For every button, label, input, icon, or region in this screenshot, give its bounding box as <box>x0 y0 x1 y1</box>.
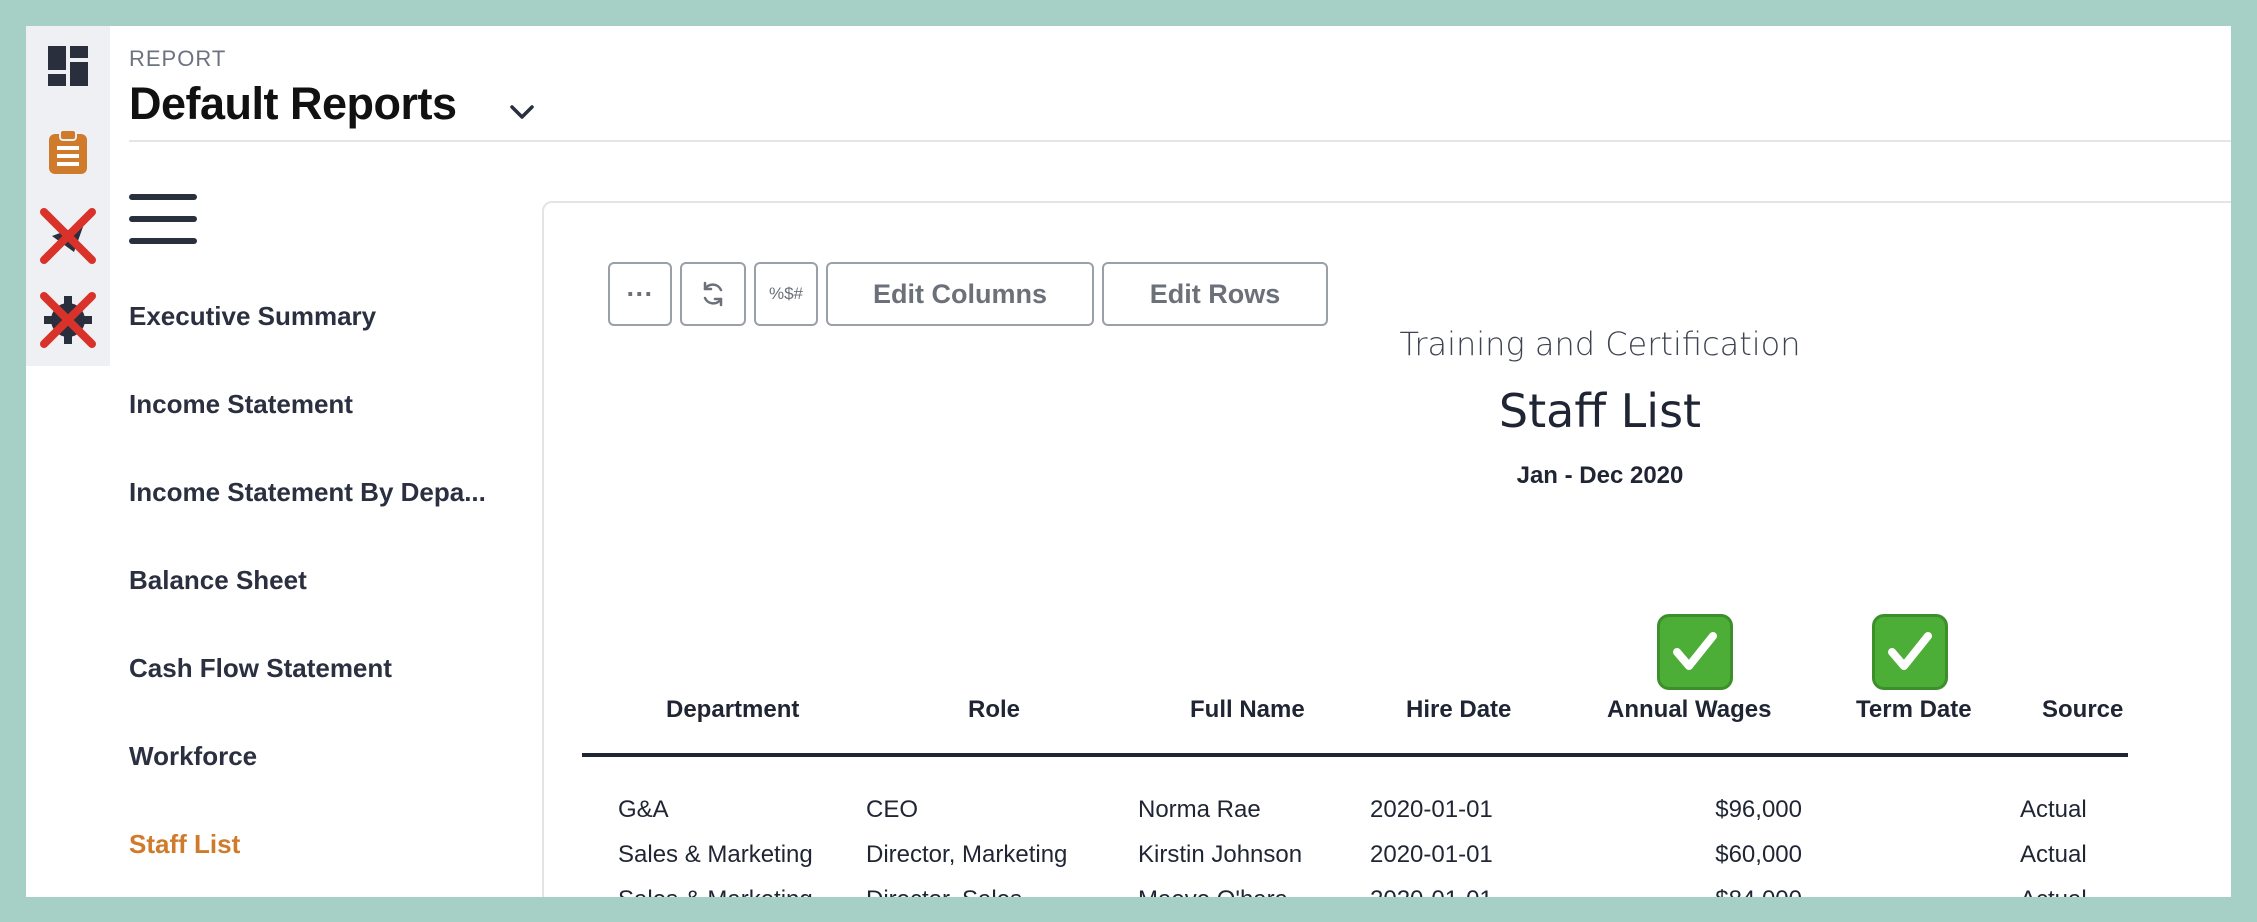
sidebar-item-cash-flow-statement[interactable]: Cash Flow Statement <box>129 648 392 688</box>
hamburger-menu-icon[interactable] <box>129 194 197 244</box>
dashboard-icon[interactable] <box>38 36 98 96</box>
edit-columns-button[interactable]: Edit Columns <box>826 262 1094 326</box>
disabled-icon[interactable] <box>38 206 98 266</box>
table-cell: CEO <box>866 796 919 823</box>
chevron-down-icon[interactable] <box>506 96 538 128</box>
sidebar-item-workforce[interactable]: Workforce <box>129 736 257 776</box>
sidebar-item-income-statement[interactable]: Income Statement <box>129 384 353 424</box>
sidebar-item-staff-list[interactable]: Staff List <box>129 824 240 864</box>
page-title[interactable]: Default Reports <box>129 78 457 130</box>
table-cell: Director, Sales <box>866 886 1022 897</box>
table-cell: Actual <box>2020 841 2087 868</box>
check-mark-icon <box>1872 614 1948 690</box>
table-cell: Actual <box>2020 886 2087 897</box>
table-cell: Sales & Marketing <box>618 841 813 868</box>
column-header-department[interactable]: Department <box>666 696 799 724</box>
sidebar-item-executive-summary[interactable]: Executive Summary <box>129 296 376 336</box>
table-cell: G&A <box>618 796 669 823</box>
table-cell: $60,000 <box>1715 841 1802 868</box>
check-mark-icon <box>1657 614 1733 690</box>
table-cell: Sales & Marketing <box>618 886 813 897</box>
table-cell: 2020-01-01 <box>1370 796 1493 823</box>
table-cell: 2020-01-01 <box>1370 886 1493 897</box>
table-cell: Maeve O'hara <box>1138 886 1288 897</box>
table-cell: Director, Marketing <box>866 841 1068 868</box>
sidebar-item-income-statement-by-department[interactable]: Income Statement By Depa... <box>129 472 486 512</box>
refresh-icon <box>703 281 723 307</box>
number-format-button[interactable]: %$# <box>754 262 818 326</box>
table-cell: Norma Rae <box>1138 796 1261 823</box>
clipboard-icon[interactable] <box>38 122 98 182</box>
disabled-gear-icon[interactable] <box>38 290 98 350</box>
column-header-term-date[interactable]: Term Date <box>1856 696 1972 724</box>
table-header-divider <box>582 753 2128 757</box>
sidebar-item-balance-sheet[interactable]: Balance Sheet <box>129 560 307 600</box>
table-cell: Actual <box>2020 796 2087 823</box>
table-row-clipped: Sales & Marketing Director, Sales Maeve … <box>582 880 2182 897</box>
report-name: Staff List <box>1498 384 1702 438</box>
refresh-button[interactable] <box>680 262 746 326</box>
report-period: Jan - Dec 2020 <box>1516 462 1684 489</box>
more-options-button[interactable]: ··· <box>608 262 672 326</box>
table-cell: 2020-01-01 <box>1370 841 1493 868</box>
column-header-annual-wages[interactable]: Annual Wages <box>1607 696 1771 724</box>
column-header-hire-date[interactable]: Hire Date <box>1406 696 1511 724</box>
report-kicker: REPORT <box>129 46 227 71</box>
column-header-full-name[interactable]: Full Name <box>1190 696 1305 724</box>
table-cell: $96,000 <box>1715 796 1802 823</box>
column-header-source[interactable]: Source <box>2042 696 2123 724</box>
table-cell: $84,000 <box>1620 886 1802 897</box>
header-divider <box>129 140 2231 142</box>
report-company: Training and Certification <box>1399 325 1801 363</box>
icon-rail <box>26 26 110 366</box>
table-cell: Kirstin Johnson <box>1138 841 1303 868</box>
edit-rows-button[interactable]: Edit Rows <box>1102 262 1328 326</box>
column-header-role[interactable]: Role <box>968 696 1020 724</box>
